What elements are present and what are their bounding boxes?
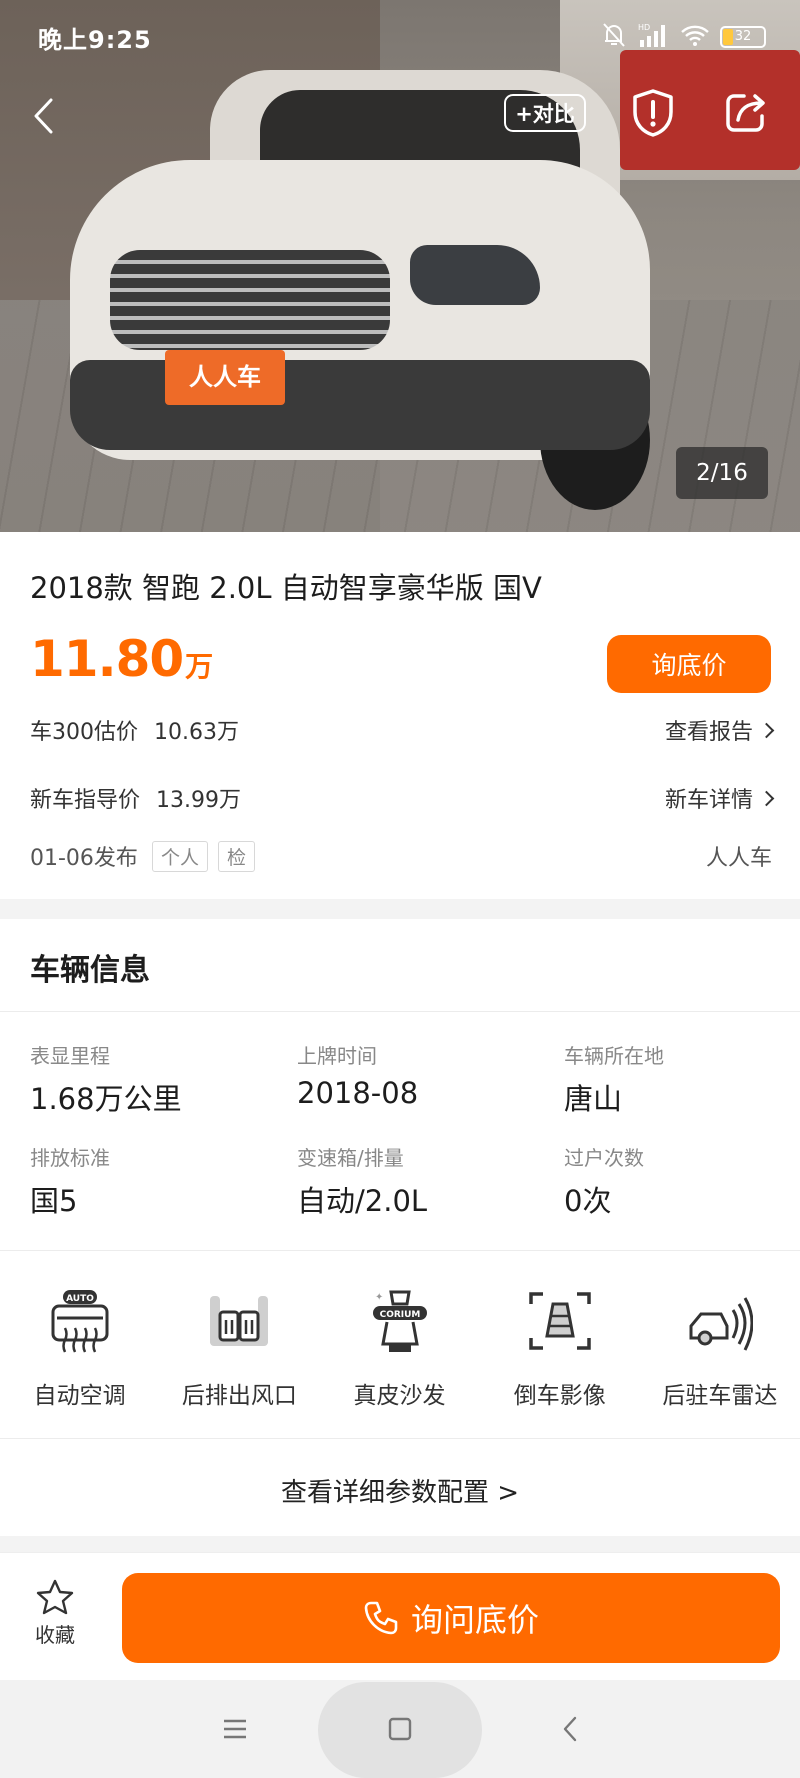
status-bar: 晚上9:25 HD 32 (0, 0, 800, 72)
favorite-label: 收藏 (35, 1623, 75, 1647)
safety-shield-button[interactable] (630, 88, 680, 140)
spec-transmission: 变速箱/排量 自动/2.0L (297, 1146, 428, 1218)
phone-icon (364, 1601, 398, 1635)
new-car-detail-label: 新车详情 (664, 788, 753, 813)
leather-seat-icon: CORIUM ✦ (367, 1288, 433, 1354)
back-arrow-icon (34, 98, 53, 134)
new-car-detail-link[interactable]: 新车详情 (664, 782, 775, 814)
reverse-camera-icon (527, 1288, 593, 1354)
back-button[interactable] (20, 88, 66, 144)
svg-text:CORIUM: CORIUM (379, 1310, 420, 1320)
listing-source: 人人车 (705, 846, 772, 871)
status-icons: HD 32 (602, 22, 766, 52)
section-separator (0, 1536, 800, 1552)
listing-price: 11.80 万 (30, 630, 213, 688)
spec-emission-standard: 排放标准 国5 (30, 1146, 110, 1218)
spec-mileage: 表显里程 1.68万公里 (30, 1044, 182, 1116)
listing-meta: 01-06发布 个人 检 人人车 (30, 840, 772, 872)
status-time: 晚上9:25 (38, 26, 152, 54)
feature-auto-ac[interactable]: AUTO 自动空调 (0, 1288, 159, 1418)
battery-icon: 32 (720, 26, 766, 48)
star-icon (36, 1579, 74, 1615)
svg-text:✦: ✦ (375, 1292, 383, 1303)
publish-date: 01-06发布 (30, 846, 138, 871)
spec-grid: 表显里程 1.68万公里 上牌时间 2018-08 车辆所在地 唐山 排放标准 … (30, 1040, 790, 1220)
wifi-icon (680, 23, 710, 51)
view-report-link[interactable]: 查看报告 (664, 714, 775, 746)
chevron-right-icon (758, 790, 775, 806)
view-report-label: 查看报告 (664, 720, 753, 745)
mute-bell-icon (602, 22, 626, 52)
car-photo[interactable]: 人人车 晚上9:25 HD 32 +对比 2/16 (0, 0, 800, 532)
feature-rear-vent[interactable]: 后排出风口 (159, 1288, 319, 1418)
call-ask-price-button[interactable]: 询问底价 (122, 1573, 780, 1663)
svg-text:人人车: 人人车 (189, 363, 261, 391)
view-full-config-link[interactable]: 查看详细参数配置 > (0, 1440, 800, 1540)
price-value: 11.80 (30, 630, 184, 688)
price-unit: 万 (185, 650, 214, 683)
new-price-label: 新车指导价 (30, 788, 141, 813)
compare-button[interactable]: +对比 (504, 94, 586, 132)
share-button[interactable] (722, 88, 772, 140)
estimate-label: 车300估价 (30, 720, 138, 745)
estimate-value: 10.63万 (154, 720, 239, 745)
spec-registration-date: 上牌时间 2018-08 (297, 1044, 419, 1110)
feature-list: AUTO 自动空调 后排出风口 CORIUM ✦ 真皮沙发 倒车影像 后驻车雷达 (0, 1288, 800, 1418)
parking-radar-icon (687, 1288, 753, 1354)
new-price-value: 13.99万 (156, 788, 241, 813)
license-plate: 人人车 (165, 350, 285, 405)
chevron-right-icon (758, 722, 775, 738)
seller-type-tag: 个人 (151, 840, 208, 872)
spec-ownership-transfers: 过户次数 0次 (564, 1146, 644, 1218)
call-ask-price-label: 询问底价 (410, 1601, 539, 1639)
signal-icon: HD (636, 22, 670, 52)
back-chevron-icon (563, 1716, 577, 1742)
svg-text:HD: HD (638, 23, 650, 32)
rear-vent-icon (206, 1288, 272, 1354)
bottom-action-bar: 收藏 询问底价 (0, 1552, 800, 1680)
ask-lowest-price-button[interactable]: 询底价 (607, 635, 771, 693)
svg-text:AUTO: AUTO (66, 1294, 94, 1304)
divider (0, 1250, 800, 1251)
home-button[interactable] (375, 1704, 425, 1754)
listing-title: 2018款 智跑 2.0L 自动智享豪华版 国V (30, 571, 542, 605)
new-price-row: 新车指导价 13.99万 新车详情 (30, 782, 775, 814)
shield-icon (633, 89, 673, 137)
share-icon (726, 94, 765, 132)
feature-parking-radar[interactable]: 后驻车雷达 (640, 1288, 800, 1418)
home-square-icon (388, 1717, 412, 1741)
system-navigation-bar (0, 1680, 800, 1778)
favorite-button[interactable]: 收藏 (22, 1579, 88, 1648)
menu-icon (224, 1719, 246, 1739)
feature-leather-seat[interactable]: CORIUM ✦ 真皮沙发 (319, 1288, 479, 1418)
estimate-row: 车300估价 10.63万 查看报告 (30, 714, 775, 746)
photo-toolbar: +对比 (0, 88, 800, 148)
divider (0, 1438, 800, 1439)
feature-reverse-camera[interactable]: 倒车影像 (480, 1288, 640, 1418)
vehicle-info-title: 车辆信息 (30, 953, 150, 988)
divider (0, 1011, 800, 1012)
spec-location: 车辆所在地 唐山 (564, 1044, 664, 1116)
system-back-button[interactable] (545, 1704, 595, 1754)
auto-ac-icon: AUTO (47, 1288, 113, 1354)
section-separator (0, 899, 800, 919)
inspected-tag: 检 (217, 840, 255, 872)
photo-counter: 2/16 (676, 447, 768, 499)
recent-apps-button[interactable] (210, 1704, 260, 1754)
